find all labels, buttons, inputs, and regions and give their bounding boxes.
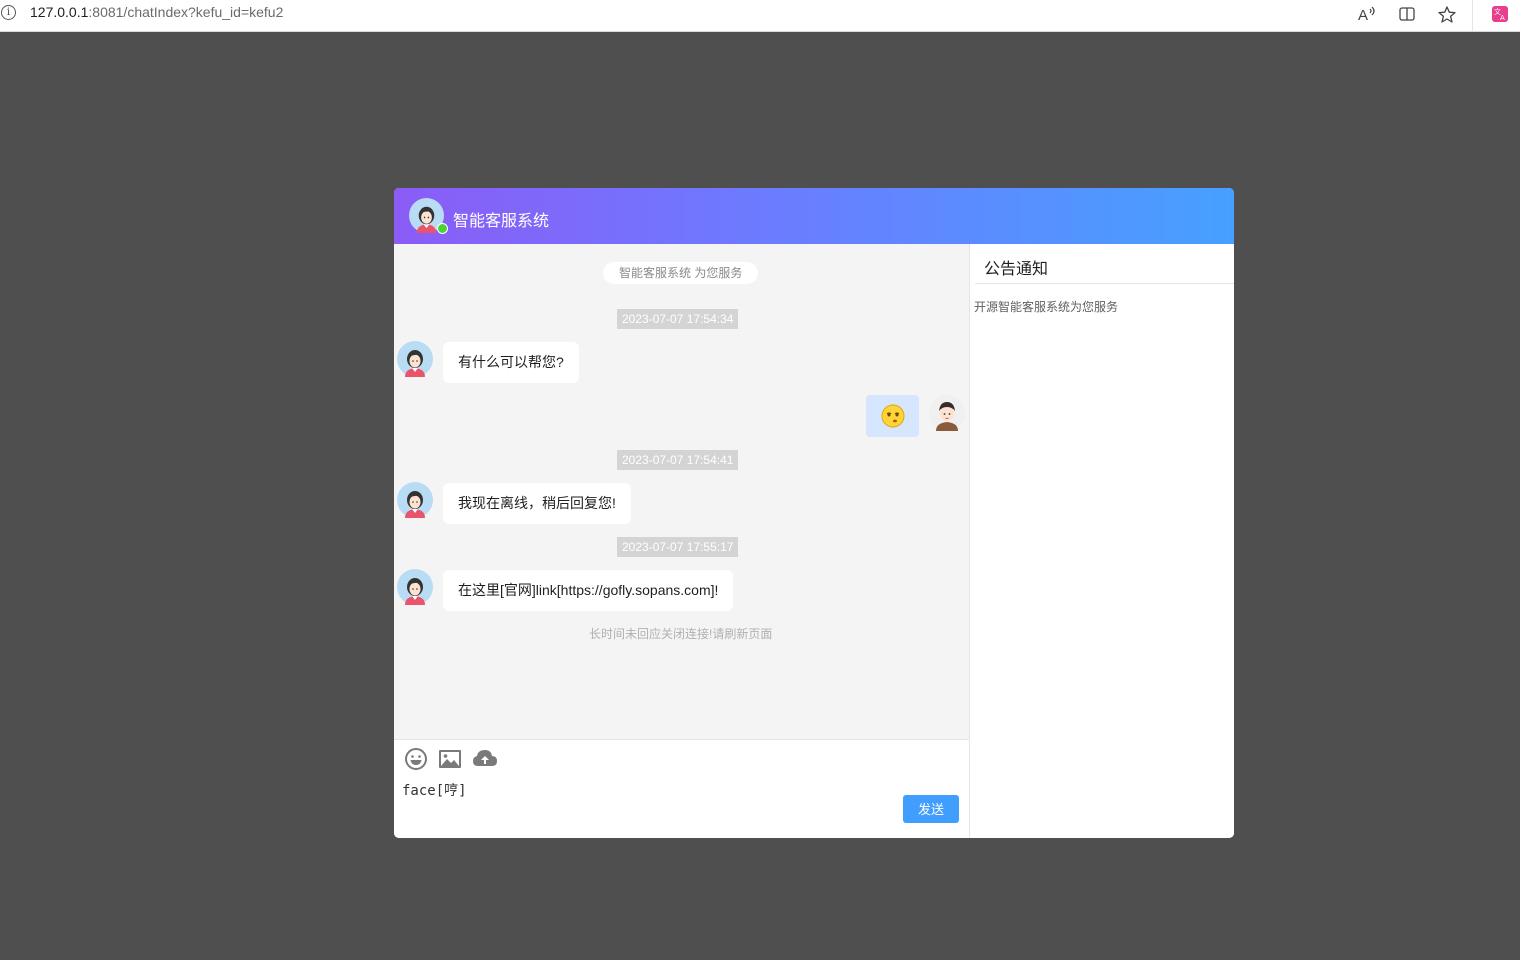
upload-cloud-icon[interactable] [472,747,497,771]
notice-title: 公告通知 [984,261,1049,278]
system-notice: 智能客服系统 为您服务 [603,262,759,284]
agent-avatar [397,482,433,518]
info-icon[interactable]: i [1,5,16,20]
face-emoji-icon [881,404,904,428]
message-input[interactable]: face[哼] [402,780,467,800]
message-list[interactable]: 智能客服系统 为您服务 2023-07-07 17:54:34 有什么可以帮您? [394,244,969,739]
notice-divider [975,283,1234,284]
browser-address-bar: i 127.0.0.1:8081/chatIndex?kefu_id=kefu2… [0,0,1520,32]
timestamp: 2023-07-07 17:54:34 [617,309,739,329]
online-status-dot [437,223,448,234]
connection-closed-notice: 长时间未回应关闭连接!请刷新页面 [589,627,773,641]
toolbar-divider [1472,0,1473,31]
notice-content: 开源智能客服系统为您服务 [974,300,1119,314]
split-screen-icon[interactable] [1396,3,1418,25]
image-icon[interactable] [438,747,462,771]
notice-panel: 公告通知 开源智能客服系统为您服务 [969,244,1234,838]
user-message [866,395,919,437]
svg-text:A: A [1358,7,1368,22]
url-field[interactable]: 127.0.0.1:8081/chatIndex?kefu_id=kefu2 [30,4,283,20]
svg-text:A: A [1500,14,1505,22]
chat-title: 智能客服系统 [453,213,550,230]
url-path: :8081/chatIndex?kefu_id=kefu2 [88,4,284,20]
agent-message[interactable]: 在这里[官网]link[https://gofly.sopans.com]! [443,570,734,611]
read-aloud-icon[interactable]: A [1356,3,1378,25]
user-avatar [929,395,965,431]
agent-avatar [397,569,433,605]
url-host: 127.0.0.1 [30,4,89,20]
translate-icon[interactable]: 文A [1489,3,1511,25]
send-button[interactable]: 发送 [903,795,959,823]
agent-avatar [397,341,433,377]
chat-window: 智能客服系统 智能客服系统 为您服务 2023-07-07 17:54:34 有… [394,188,1234,838]
agent-message: 我现在离线，稍后回复您! [443,483,631,524]
emoji-icon[interactable] [404,747,428,771]
timestamp: 2023-07-07 17:54:41 [617,450,739,470]
input-area: face[哼] 发送 [394,739,969,838]
chat-header: 智能客服系统 [394,188,1234,244]
agent-message: 有什么可以帮您? [443,342,579,383]
favorite-star-icon[interactable] [1436,3,1458,25]
timestamp: 2023-07-07 17:55:17 [617,537,739,557]
